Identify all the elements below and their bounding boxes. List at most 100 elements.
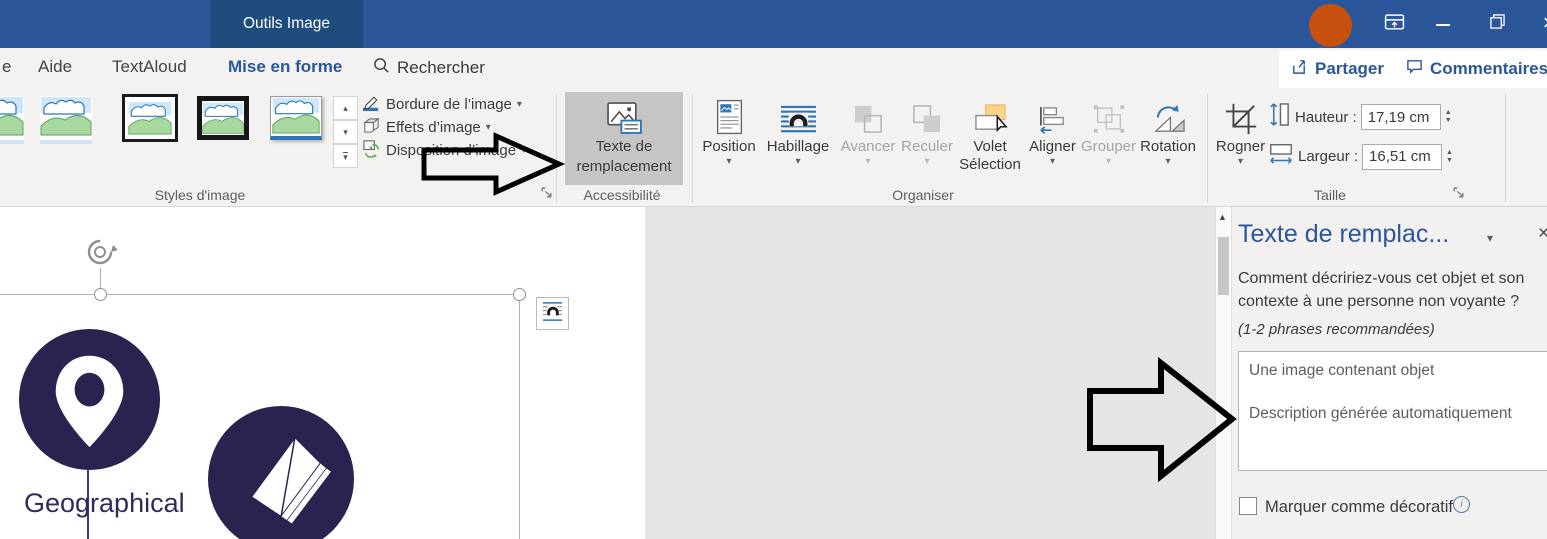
organize-group-label: Organiser — [853, 187, 993, 203]
wrap-text-icon — [779, 92, 818, 136]
dropdown-caret-icon: ▾ — [726, 156, 731, 167]
width-input[interactable]: 16,51 cm — [1362, 144, 1442, 170]
restore-button[interactable] — [1484, 11, 1510, 37]
gallery-more-icon: ▾ — [343, 152, 348, 161]
dropdown-caret-icon: ▾ — [517, 99, 522, 110]
height-input[interactable]: 17,19 cm — [1361, 104, 1441, 130]
image-style-thumbnail[interactable] — [40, 96, 92, 140]
gallery-scroll-down-button[interactable]: ▾ — [333, 120, 358, 144]
accessibility-group-label: Accessibilité — [552, 187, 692, 203]
alt-text-textarea[interactable]: Une image contenant objet Description gé… — [1238, 351, 1547, 471]
tab-partial[interactable]: e — [2, 57, 11, 77]
height-spin-up[interactable]: ▲ — [1445, 109, 1452, 117]
shape-height-icon — [1268, 101, 1291, 133]
image-style-thumbnail[interactable] — [197, 96, 249, 140]
canvas-background — [645, 207, 1215, 539]
height-row: Hauteur : 17,19 cm ▲▼ — [1268, 101, 1452, 133]
size-group-label: Taille — [1260, 187, 1400, 203]
minimize-button[interactable] — [1430, 12, 1456, 38]
pane-question: Comment décririez-vous cet objet et son … — [1238, 267, 1546, 313]
picture-border-button[interactable]: Bordure de l’image ▾ — [362, 93, 522, 115]
pane-menu-caret[interactable]: ▾ — [1487, 231, 1493, 245]
pane-hint: (1-2 phrases recommandées) — [1238, 321, 1435, 338]
image-style-thumbnail[interactable] — [270, 96, 322, 140]
ribbon-display-options-icon — [1384, 12, 1405, 38]
scrollbar-thumb[interactable] — [1218, 237, 1229, 295]
selection-handle-corner[interactable] — [513, 288, 526, 301]
rotate-handle-icon[interactable] — [83, 236, 117, 270]
gallery-down-icon: ▾ — [343, 128, 348, 136]
picture-effects-button[interactable]: Effets d’image ▾ — [362, 116, 491, 138]
crop-button[interactable]: Rogner ▾ — [1213, 92, 1268, 185]
ribbon-display-options-button[interactable] — [1381, 12, 1407, 38]
share-icon — [1291, 58, 1308, 80]
decorative-checkbox[interactable] — [1239, 497, 1257, 515]
alt-text-button[interactable]: Texte de remplacement — [565, 92, 683, 185]
info-icon[interactable]: i — [1453, 496, 1470, 513]
selection-pane-button[interactable]: Volet Sélection — [955, 92, 1025, 185]
tab-textaloud[interactable]: TextAloud — [112, 57, 187, 77]
gallery-scroll-up-button[interactable]: ▴ — [333, 96, 358, 120]
position-button[interactable]: Position ▾ — [697, 92, 761, 185]
wrap-text-button[interactable]: Habillage ▾ — [761, 92, 835, 185]
group-button: Grouper ▾ — [1080, 92, 1137, 185]
width-row: Largeur : 16,51 cm ▲▼ — [1268, 142, 1453, 171]
selection-handle-top[interactable] — [94, 288, 107, 301]
send-backward-button: Reculer ▾ — [899, 92, 955, 185]
title-bar: Outils Image × — [0, 0, 1547, 48]
tab-mise-en-forme[interactable]: Mise en forme — [228, 57, 342, 77]
bring-forward-icon — [852, 92, 885, 136]
height-spin-down[interactable]: ▼ — [1445, 117, 1452, 125]
pane-close-icon: × — [1538, 223, 1547, 244]
dropdown-caret-icon: ▾ — [521, 145, 526, 156]
close-button[interactable]: × — [1536, 8, 1547, 38]
dropdown-caret-icon: ▾ — [1165, 156, 1170, 167]
picture-layout-button[interactable]: Disposition d’image ▾ — [362, 139, 526, 161]
close-icon: × — [1543, 10, 1547, 36]
decorative-checkbox-label: Marquer comme décoratif — [1265, 498, 1453, 517]
picture-layout-icon — [362, 139, 381, 162]
contextual-tab-outils-image[interactable]: Outils Image — [210, 0, 363, 48]
scroll-up-icon: ▲ — [1218, 212, 1227, 222]
location-pin-icon — [18, 328, 161, 471]
restore-icon — [1490, 14, 1505, 34]
image-style-thumbnail[interactable] — [0, 96, 24, 140]
width-label: Largeur : — [1298, 148, 1358, 165]
dropdown-caret-icon: ▾ — [795, 156, 800, 167]
minimize-icon — [1436, 24, 1450, 26]
group-label: Grouper — [1081, 138, 1136, 156]
align-button[interactable]: Aligner ▾ — [1025, 92, 1080, 185]
gallery-up-icon: ▴ — [343, 104, 348, 112]
share-label: Partager — [1315, 59, 1384, 79]
picture-effects-label: Effets d’image — [386, 119, 481, 136]
search-icon — [373, 57, 390, 79]
width-spin-up[interactable]: ▲ — [1446, 149, 1453, 157]
position-label: Position — [702, 138, 755, 156]
layout-options-button[interactable] — [536, 297, 569, 330]
alt-text-pane: Texte de remplac... ▾ × Comment décririe… — [1231, 207, 1547, 539]
account-avatar[interactable] — [1309, 4, 1352, 47]
picture-border-icon — [362, 93, 381, 116]
search-box[interactable]: Rechercher — [373, 57, 485, 79]
image-style-thumbnail[interactable] — [124, 96, 176, 140]
scroll-up-button[interactable]: ▲ — [1218, 212, 1227, 222]
pane-close-button[interactable]: × — [1538, 223, 1547, 245]
tab-aide[interactable]: Aide — [38, 57, 72, 77]
bring-forward-label: Avancer — [841, 138, 896, 156]
send-backward-label: Reculer — [901, 138, 953, 156]
gallery-more-button[interactable]: ▾ — [333, 144, 358, 168]
vertical-scrollbar[interactable]: ▲ — [1215, 207, 1231, 539]
crop-label: Rogner — [1216, 138, 1265, 156]
align-icon — [1037, 92, 1068, 136]
styles-group-label: Styles d'image — [130, 187, 270, 203]
crop-icon — [1224, 92, 1258, 136]
alt-text-button-label-line1: Texte de — [596, 138, 653, 156]
selection-border-top — [0, 294, 520, 295]
rotate-button[interactable]: Rotation ▾ — [1137, 92, 1199, 185]
width-spin-down[interactable]: ▼ — [1446, 157, 1453, 165]
bring-forward-button: Avancer ▾ — [837, 92, 899, 185]
selection-border-right — [519, 294, 520, 539]
comments-button[interactable]: Commentaires — [1394, 50, 1547, 88]
share-button[interactable]: Partager — [1279, 50, 1396, 88]
size-dialog-launcher[interactable] — [1452, 186, 1465, 204]
